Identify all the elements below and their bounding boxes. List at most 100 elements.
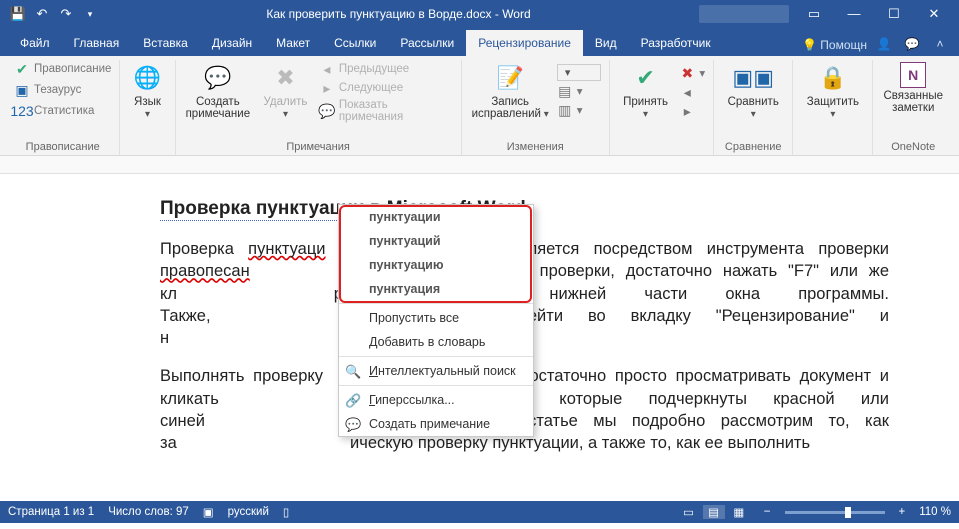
tab-references[interactable]: Ссылки: [322, 30, 388, 56]
accept-button[interactable]: ✔ Принять ▾: [618, 60, 674, 122]
prev-comment-button[interactable]: ◂Предыдущее: [319, 60, 453, 78]
spelling-button[interactable]: ✔Правописание: [14, 60, 111, 78]
stats-icon: 123: [14, 103, 30, 119]
zoom-value[interactable]: 110 %: [919, 506, 951, 518]
next-comment-button[interactable]: ▸Следующее: [319, 79, 453, 97]
web-layout-icon[interactable]: ▦: [728, 505, 750, 519]
group-label-tracking: Изменения: [470, 138, 601, 155]
tab-home[interactable]: Главная: [62, 30, 132, 56]
tab-file[interactable]: Файл: [8, 30, 62, 56]
ignore-all-item[interactable]: Пропустить все: [339, 306, 533, 330]
add-to-dictionary-item[interactable]: Добавить в словарь: [339, 330, 533, 354]
group-tracking: 📝 Запись исправлений ▾ ▾ ▤▾ ▥▾ Изменения: [462, 60, 610, 155]
ribbon-options-icon[interactable]: ▭: [799, 6, 829, 22]
new-comment-icon: 💬: [202, 62, 234, 94]
compare-icon: ▣▣: [737, 62, 769, 94]
comment-icon: 💬: [345, 417, 361, 433]
spellcheck-context-menu: пунктуации пунктуаций пунктуацию пунктуа…: [338, 204, 534, 437]
tab-layout[interactable]: Макет: [264, 30, 322, 56]
new-comment-item[interactable]: 💬Создать примечание: [339, 412, 533, 436]
group-comments: 💬 Создать примечание ✖ Удалить ▾ ◂Предыд…: [176, 60, 462, 155]
thesaurus-button[interactable]: ▣Тезаурус: [14, 81, 111, 99]
new-comment-button[interactable]: 💬 Создать примечание: [184, 60, 253, 122]
show-markup-button[interactable]: ▤▾: [557, 82, 601, 100]
abc-check-icon: ✔: [14, 61, 30, 77]
suggestion-item[interactable]: пунктуацию: [339, 253, 533, 277]
tell-me[interactable]: 💡 Помощн: [802, 38, 875, 52]
protect-button[interactable]: 🔒 Защитить ▾: [801, 60, 864, 122]
show-comments-button[interactable]: 💬Показать примечания: [319, 98, 453, 124]
suggestion-item[interactable]: пунктуаций: [339, 229, 533, 253]
linked-notes-button[interactable]: N Связанные заметки: [881, 60, 945, 116]
ribbon: ✔Правописание ▣Тезаурус 123Статистика Пр…: [0, 56, 959, 156]
zoom-in-icon[interactable]: +: [899, 506, 906, 518]
delete-comment-icon: ✖: [269, 62, 301, 94]
group-protect: 🔒 Защитить ▾: [793, 60, 873, 155]
display-dropdown[interactable]: ▾: [557, 64, 601, 81]
tab-view[interactable]: Вид: [583, 30, 629, 56]
word-count-button[interactable]: 123Статистика: [14, 102, 111, 120]
title-bar: 💾 ↶ ↷ ▾ Как проверить пунктуацию в Ворде…: [0, 0, 959, 28]
group-changes: ✔ Принять ▾ ✖▾ ◂ ▸: [610, 60, 714, 155]
maximize-icon[interactable]: ☐: [879, 6, 909, 22]
window-title: Как проверить пунктуацию в Ворде.docx - …: [98, 7, 699, 21]
link-icon: 🔗: [345, 393, 361, 409]
group-language: 🌐 Язык ▾: [120, 60, 175, 155]
prev-change-button[interactable]: ◂: [679, 83, 705, 101]
group-onenote: N Связанные заметки OneNote: [873, 60, 953, 155]
prev-change-icon: ◂: [679, 84, 695, 100]
read-mode-icon[interactable]: ▭: [677, 505, 699, 519]
language-button[interactable]: 🌐 Язык ▾: [128, 60, 166, 122]
reject-button[interactable]: ✖▾: [679, 64, 705, 82]
pane-icon: ▥: [557, 102, 573, 118]
ruler[interactable]: [0, 156, 959, 174]
hyperlink-item[interactable]: 🔗Гиперссылка...: [339, 388, 533, 412]
globe-icon: 🌐: [131, 62, 163, 94]
undo-icon[interactable]: ↶: [34, 6, 50, 22]
compare-button[interactable]: ▣▣ Сравнить ▾: [722, 60, 784, 122]
comments-pane-icon[interactable]: 💬: [903, 36, 921, 52]
share-icon[interactable]: 👤: [875, 36, 893, 52]
tab-mailings[interactable]: Рассылки: [388, 30, 466, 56]
tab-insert[interactable]: Вставка: [131, 30, 200, 56]
account-badge[interactable]: [699, 5, 789, 23]
book-icon: ▣: [14, 82, 30, 98]
document-area[interactable]: Проверка пунктуации в Microsoft Word Про…: [0, 156, 959, 529]
group-proofing: ✔Правописание ▣Тезаурус 123Статистика Пр…: [6, 60, 120, 155]
tab-developer[interactable]: Разработчик: [629, 30, 723, 56]
delete-comment-button[interactable]: ✖ Удалить ▾: [258, 60, 313, 122]
reviewing-pane-button[interactable]: ▥▾: [557, 101, 601, 119]
group-label-comments: Примечания: [184, 138, 453, 155]
proofing-status-icon[interactable]: ▣: [203, 505, 214, 519]
qat-dropdown-icon[interactable]: ▾: [82, 6, 98, 22]
accept-icon: ✔: [630, 62, 662, 94]
lightbulb-icon: 💡: [802, 38, 816, 52]
suggestion-item[interactable]: пунктуации: [339, 205, 533, 229]
status-word-count[interactable]: Число слов: 97: [108, 506, 189, 518]
tab-review[interactable]: Рецензирование: [466, 30, 583, 56]
minimize-icon[interactable]: —: [839, 6, 869, 22]
zoom-out-icon[interactable]: −: [764, 506, 771, 518]
status-page[interactable]: Страница 1 из 1: [8, 506, 94, 518]
close-icon[interactable]: ✕: [919, 6, 949, 22]
lock-icon: 🔒: [817, 62, 849, 94]
status-language[interactable]: русский: [228, 506, 269, 518]
status-bar: Страница 1 из 1 Число слов: 97 ▣ русский…: [0, 501, 959, 523]
tell-me-label: Помощн: [820, 38, 867, 52]
smart-lookup-item[interactable]: 🔍Интеллектуальный поиск: [339, 359, 533, 383]
reject-icon: ✖: [679, 65, 695, 81]
collapse-ribbon-icon[interactable]: ˄: [931, 36, 949, 52]
track-changes-button[interactable]: 📝 Запись исправлений ▾: [470, 60, 551, 122]
zoom-slider[interactable]: [785, 511, 885, 514]
next-change-button[interactable]: ▸: [679, 102, 705, 120]
redo-icon[interactable]: ↷: [58, 6, 74, 22]
print-layout-icon[interactable]: ▤: [703, 505, 725, 519]
suggestion-item[interactable]: пунктуация: [339, 277, 533, 301]
onenote-icon: N: [900, 62, 926, 88]
group-label-onenote: OneNote: [881, 138, 945, 155]
ribbon-tabs: Файл Главная Вставка Дизайн Макет Ссылки…: [0, 28, 959, 56]
macro-record-icon[interactable]: ▯: [283, 505, 289, 519]
tab-design[interactable]: Дизайн: [200, 30, 264, 56]
save-icon[interactable]: 💾: [10, 6, 26, 22]
track-changes-icon: 📝: [494, 62, 526, 94]
